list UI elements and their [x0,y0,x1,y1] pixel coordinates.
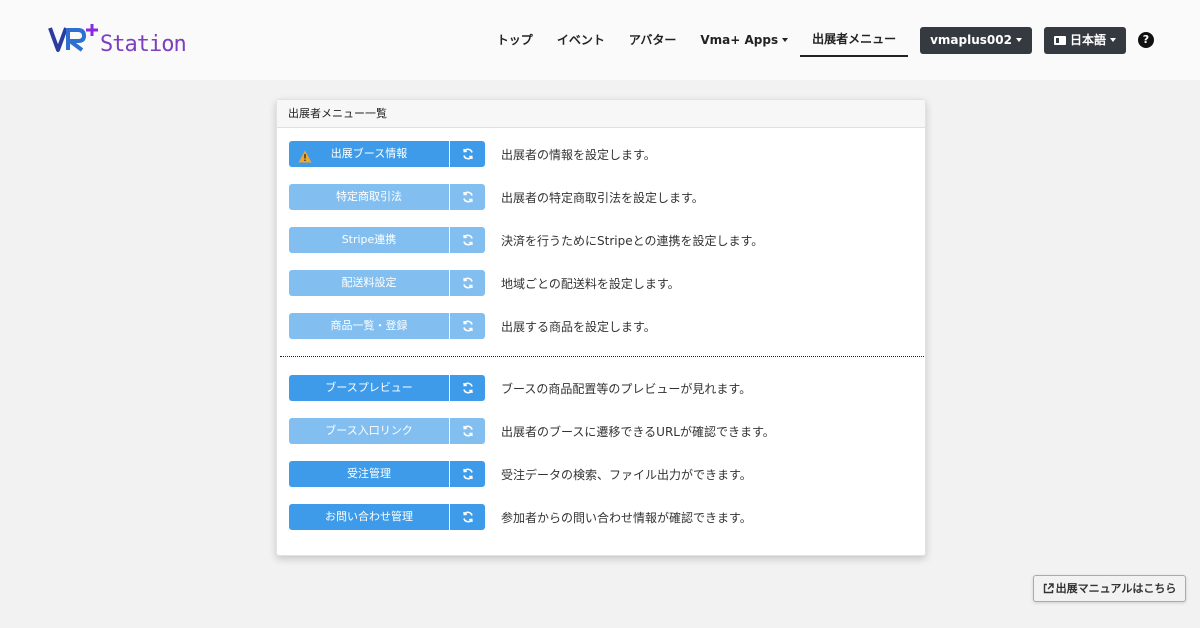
sync-button[interactable] [450,227,485,253]
menu-item-label: ブース入口リンク [325,424,413,437]
menu-item-label: 受注管理 [347,467,391,480]
menu-item-button[interactable]: お問い合わせ管理 [289,504,449,530]
vr-station-logo[interactable]: Station [48,22,208,58]
menu-item-description: 出展者の情報を設定します。 [501,147,656,162]
caret-down-icon [782,38,789,42]
menu-row: 出展ブース情報 出展者の情報を設定します。 [289,141,656,167]
manual-button-label: 出展マニュアルはこちら [1055,582,1177,595]
exhibitor-manual-button[interactable]: 出展マニュアルはこちら [1033,575,1186,602]
menu-row: 商品一覧・登録 出展する商品を設定します。 [289,313,656,339]
menu-item-description: 出展者の特定商取引法を設定します。 [501,190,704,205]
warning-icon [298,147,312,163]
menu-row: Stripe連携 決済を行うためにStripeとの連携を設定します。 [289,227,763,253]
nav-top[interactable]: トップ [485,26,545,54]
caret-down-icon [1110,37,1116,42]
sync-icon [462,277,474,289]
menu-item-label: ブースプレビュー [325,381,413,394]
menu-item-description: ブースの商品配置等のプレビューが見れます。 [501,381,752,396]
menu-item-label: 出展ブース情報 [330,147,408,160]
menu-item-label: Stripe連携 [341,233,397,246]
sync-button[interactable] [450,504,485,530]
sync-button[interactable] [450,184,485,210]
sync-icon [462,511,474,523]
sync-icon [462,382,474,394]
menu-item-button[interactable]: 特定商取引法 [289,184,449,210]
menu-row: 特定商取引法 出展者の特定商取引法を設定します。 [289,184,704,210]
sync-icon [462,468,474,480]
menu-item-button[interactable]: 受注管理 [289,461,449,487]
menu-row: 配送料設定 地域ごとの配送料を設定します。 [289,270,680,296]
menu-item-label: お問い合わせ管理 [325,510,413,523]
menu-item-description: 地域ごとの配送料を設定します。 [501,276,680,291]
sync-button[interactable] [450,461,485,487]
language-label: 日本語 [1069,32,1106,47]
sync-button[interactable] [450,375,485,401]
nav-event[interactable]: イベント [545,26,617,54]
sync-icon [462,320,474,332]
language-dropdown-button[interactable]: 日本語 [1043,26,1126,54]
menu-item-label: 配送料設定 [341,276,397,289]
svg-text:Station: Station [100,32,186,57]
menu-item-description: 受注データの検索、ファイル出力ができます。 [501,467,752,482]
nav-vma-apps-label: Vma+ Apps [700,33,779,47]
menu-item-description: 決済を行うためにStripeとの連携を設定します。 [501,233,764,248]
menu-row: ブースプレビュー ブースの商品配置等のプレビューが見れます。 [289,375,751,401]
exhibitor-menu-card: 出展者メニュー一覧 出展ブース情報 出展者の情報を設定します。 特定商取引法 出展者の… [276,99,926,556]
menu-item-description: 出展する商品を設定します。 [501,319,656,334]
question-circle-icon[interactable]: ? [1138,32,1154,48]
caret-down-icon [1015,37,1022,42]
external-link-icon [1043,583,1054,594]
site-header: Station トップ イベント アバター Vma+ Apps 出展者メニュー … [0,0,1200,80]
menu-item-description: 出展者のブースに遷移できるURLが確認できます。 [501,424,775,439]
nav-vma-apps[interactable]: Vma+ Apps [688,26,800,54]
menu-item-description: 参加者からの問い合わせ情報が確認できます。 [501,510,752,525]
menu-item-button[interactable]: ブースプレビュー [289,375,449,401]
menu-item-button[interactable]: 商品一覧・登録 [289,313,449,339]
user-label: vmaplus002 [930,32,1012,47]
sync-button[interactable] [450,270,485,296]
nav-exhibitor-menu[interactable]: 出展者メニュー [800,26,909,57]
main-nav: トップ イベント アバター Vma+ Apps 出展者メニュー vmaplus0… [485,26,1154,57]
sync-icon [462,191,474,203]
sync-icon [462,148,474,160]
card-title: 出展者メニュー一覧 [277,100,925,128]
language-icon [1053,35,1066,45]
sync-button[interactable] [450,313,485,339]
sync-button[interactable] [450,418,485,444]
menu-row: 受注管理 受注データの検索、ファイル出力ができます。 [289,461,752,487]
nav-avatar[interactable]: アバター [617,26,689,54]
menu-item-label: 商品一覧・登録 [330,319,408,332]
sync-button[interactable] [450,141,485,167]
menu-item-label: 特定商取引法 [336,190,402,203]
user-dropdown-button[interactable]: vmaplus002 [920,26,1032,54]
menu-row: お問い合わせ管理 参加者からの問い合わせ情報が確認できます。 [289,504,752,530]
sync-icon [462,234,474,246]
menu-item-button[interactable]: 出展ブース情報 [289,141,449,167]
menu-item-button[interactable]: 配送料設定 [289,270,449,296]
menu-item-button[interactable]: ブース入口リンク [289,418,449,444]
menu-row: ブース入口リンク 出展者のブースに遷移できるURLが確認できます。 [289,418,775,444]
section-divider [280,356,924,357]
menu-item-button[interactable]: Stripe連携 [289,227,449,253]
sync-icon [462,425,474,437]
